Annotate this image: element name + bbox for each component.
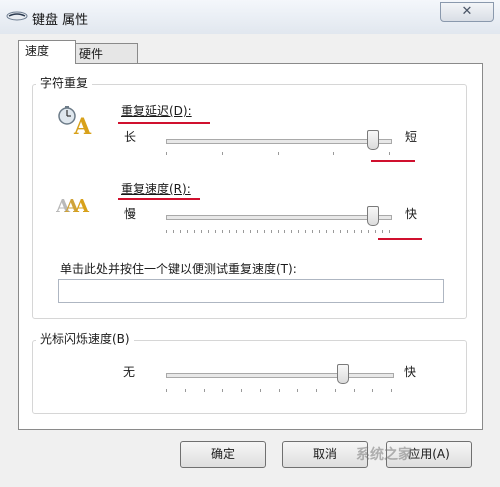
slider-tick [279, 389, 280, 392]
slider-tick [194, 230, 195, 233]
repeat-delay-ticks [166, 152, 390, 156]
slider-tick [201, 230, 202, 233]
tab-hardware[interactable]: 硬件 [72, 43, 138, 64]
slider-tick [257, 230, 258, 233]
svg-text:A: A [73, 114, 92, 136]
slider-tick [354, 389, 355, 392]
slider-tick [204, 389, 205, 392]
repeat-rate-slider[interactable] [367, 206, 380, 226]
repeat-rate-track [166, 215, 392, 220]
slider-tick [250, 230, 251, 233]
slider-tick [243, 230, 244, 233]
slider-tick [185, 389, 186, 392]
delay-max-label: 短 [405, 130, 418, 144]
cursor-blink-title: 光标闪烁速度(B) [36, 332, 134, 346]
delay-min-label: 长 [124, 130, 137, 144]
slider-tick [229, 230, 230, 233]
rate-max-label: 快 [405, 207, 418, 221]
cursor-blink-track [166, 373, 394, 378]
slider-tick [278, 230, 279, 233]
cursor-blink-slider[interactable] [337, 364, 350, 384]
slider-tick [222, 152, 223, 155]
blink-min-label: 无 [123, 365, 136, 379]
slider-tick [389, 230, 390, 233]
repeat-rate-ticks [166, 230, 390, 234]
cancel-button-label: 取消 [312, 447, 337, 461]
slider-tick [382, 230, 383, 233]
slider-tick [368, 230, 369, 233]
rate-label-annotation [118, 198, 200, 200]
rate-min-label: 慢 [124, 207, 137, 221]
delay-label-annotation [118, 122, 210, 124]
watermark: 系统之家 [356, 447, 412, 463]
title-bar[interactable]: 键盘 属性 ✕ [0, 0, 500, 34]
slider-tick [173, 230, 174, 233]
slider-tick [361, 230, 362, 233]
slider-tick [241, 389, 242, 392]
apply-button-label: 应用(A) [408, 447, 450, 461]
slider-tick [391, 389, 392, 392]
slider-tick [208, 230, 209, 233]
slider-tick [347, 230, 348, 233]
slider-tick [166, 230, 167, 233]
slider-tick [166, 389, 167, 392]
slider-tick [278, 152, 279, 155]
repeat-rate-label: 重复速度(R): [121, 182, 191, 196]
slider-tick [180, 230, 181, 233]
repeat-delay-slider[interactable] [367, 130, 380, 150]
blink-max-label: 快 [404, 365, 417, 379]
slider-tick [340, 230, 341, 233]
slider-tick [375, 230, 376, 233]
close-button[interactable]: ✕ [440, 2, 494, 22]
slider-tick [222, 230, 223, 233]
slider-tick [335, 389, 336, 392]
slider-tick [319, 230, 320, 233]
svg-text:A: A [74, 196, 90, 216]
repeat-delay-track [166, 139, 392, 144]
keyboard-app-icon [6, 11, 28, 21]
ok-button[interactable]: 确定 [180, 441, 266, 468]
slider-tick [333, 230, 334, 233]
slider-tick [298, 230, 299, 233]
slider-tick [187, 230, 188, 233]
slider-tick [236, 230, 237, 233]
tab-speed[interactable]: 速度 [18, 40, 76, 64]
repeat-delay-label: 重复延迟(D): [121, 104, 192, 118]
slider-tick [326, 230, 327, 233]
slider-tick [284, 230, 285, 233]
slider-tick [297, 389, 298, 392]
repeat-rate-icon: A A A [56, 196, 90, 216]
repeat-test-prompt: 单击此处并按住一个键以便测试重复速度(T): [60, 262, 297, 276]
slider-tick [166, 152, 167, 155]
repeat-test-field[interactable] [58, 279, 444, 303]
slider-tick [372, 389, 373, 392]
slider-tick [271, 230, 272, 233]
slider-tick [333, 152, 334, 155]
repeat-delay-icon: A [58, 106, 92, 136]
tab-hardware-label: 硬件 [79, 47, 104, 61]
slider-tick [215, 230, 216, 233]
close-icon: ✕ [461, 4, 473, 19]
slider-tick [354, 230, 355, 233]
slider-tick [312, 230, 313, 233]
delay-slider-annotation [371, 160, 415, 162]
rate-slider-annotation [378, 238, 422, 240]
cursor-blink-ticks [166, 389, 392, 393]
slider-tick [291, 230, 292, 233]
slider-tick [260, 389, 261, 392]
slider-tick [264, 230, 265, 233]
tab-speed-label: 速度 [25, 44, 50, 58]
slider-tick [305, 230, 306, 233]
slider-tick [389, 152, 390, 155]
window-title: 键盘 属性 [32, 13, 89, 28]
character-repeat-title: 字符重复 [36, 76, 93, 90]
slider-tick [316, 389, 317, 392]
ok-button-label: 确定 [210, 447, 235, 461]
slider-tick [222, 389, 223, 392]
